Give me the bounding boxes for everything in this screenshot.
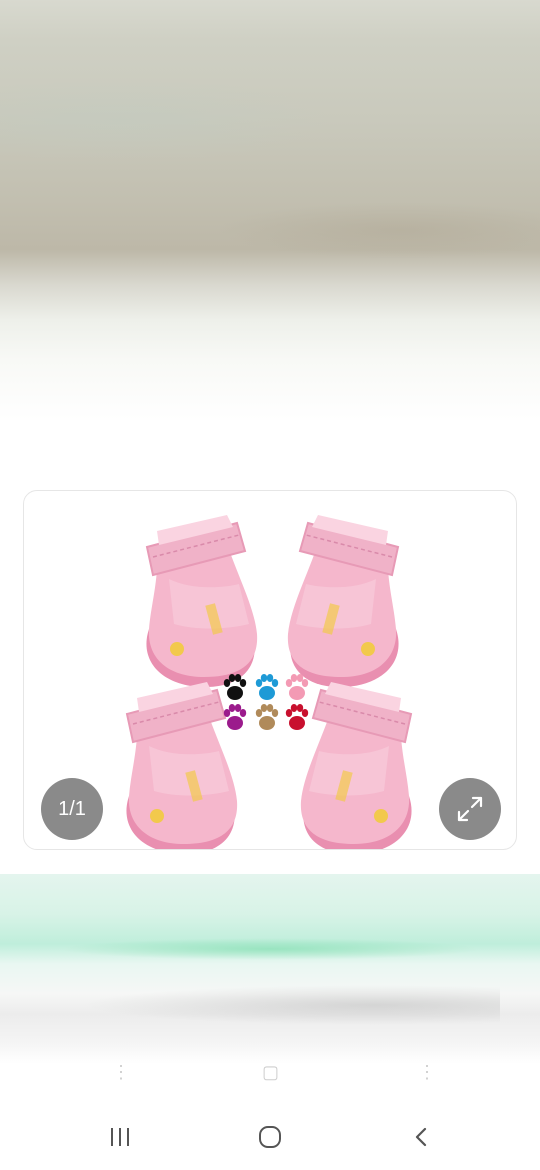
- image-viewer-card[interactable]: 1/1: [23, 490, 517, 850]
- image-counter-badge: 1/1: [41, 778, 103, 840]
- boot-bottom-left: [125, 681, 239, 849]
- faint-background-icons: ⋮ ▢ ⋮: [0, 1062, 540, 1086]
- blurred-background-bottom: [0, 874, 540, 1064]
- faint-icon-3: ⋮: [418, 1062, 436, 1082]
- back-button[interactable]: [402, 1122, 442, 1152]
- boot-top-right: [286, 514, 400, 689]
- paw-prints: [223, 674, 309, 730]
- home-button[interactable]: [250, 1122, 290, 1152]
- system-navigation-bar: [0, 1100, 540, 1170]
- faint-icon-1: ⋮: [112, 1062, 130, 1082]
- blurred-smudge: [80, 985, 500, 1025]
- expand-button[interactable]: [439, 778, 501, 840]
- home-icon: [259, 1126, 281, 1148]
- image-counter-text: 1/1: [58, 797, 86, 820]
- boot-bottom-right: [299, 681, 413, 849]
- faint-icon-2: ▢: [262, 1062, 280, 1082]
- recents-button[interactable]: [100, 1122, 140, 1152]
- boot-top-left: [145, 514, 259, 689]
- recents-icon: [111, 1128, 129, 1146]
- back-icon: [415, 1127, 427, 1147]
- expand-arrows-icon: [457, 796, 483, 822]
- blurred-background-top: [0, 0, 540, 480]
